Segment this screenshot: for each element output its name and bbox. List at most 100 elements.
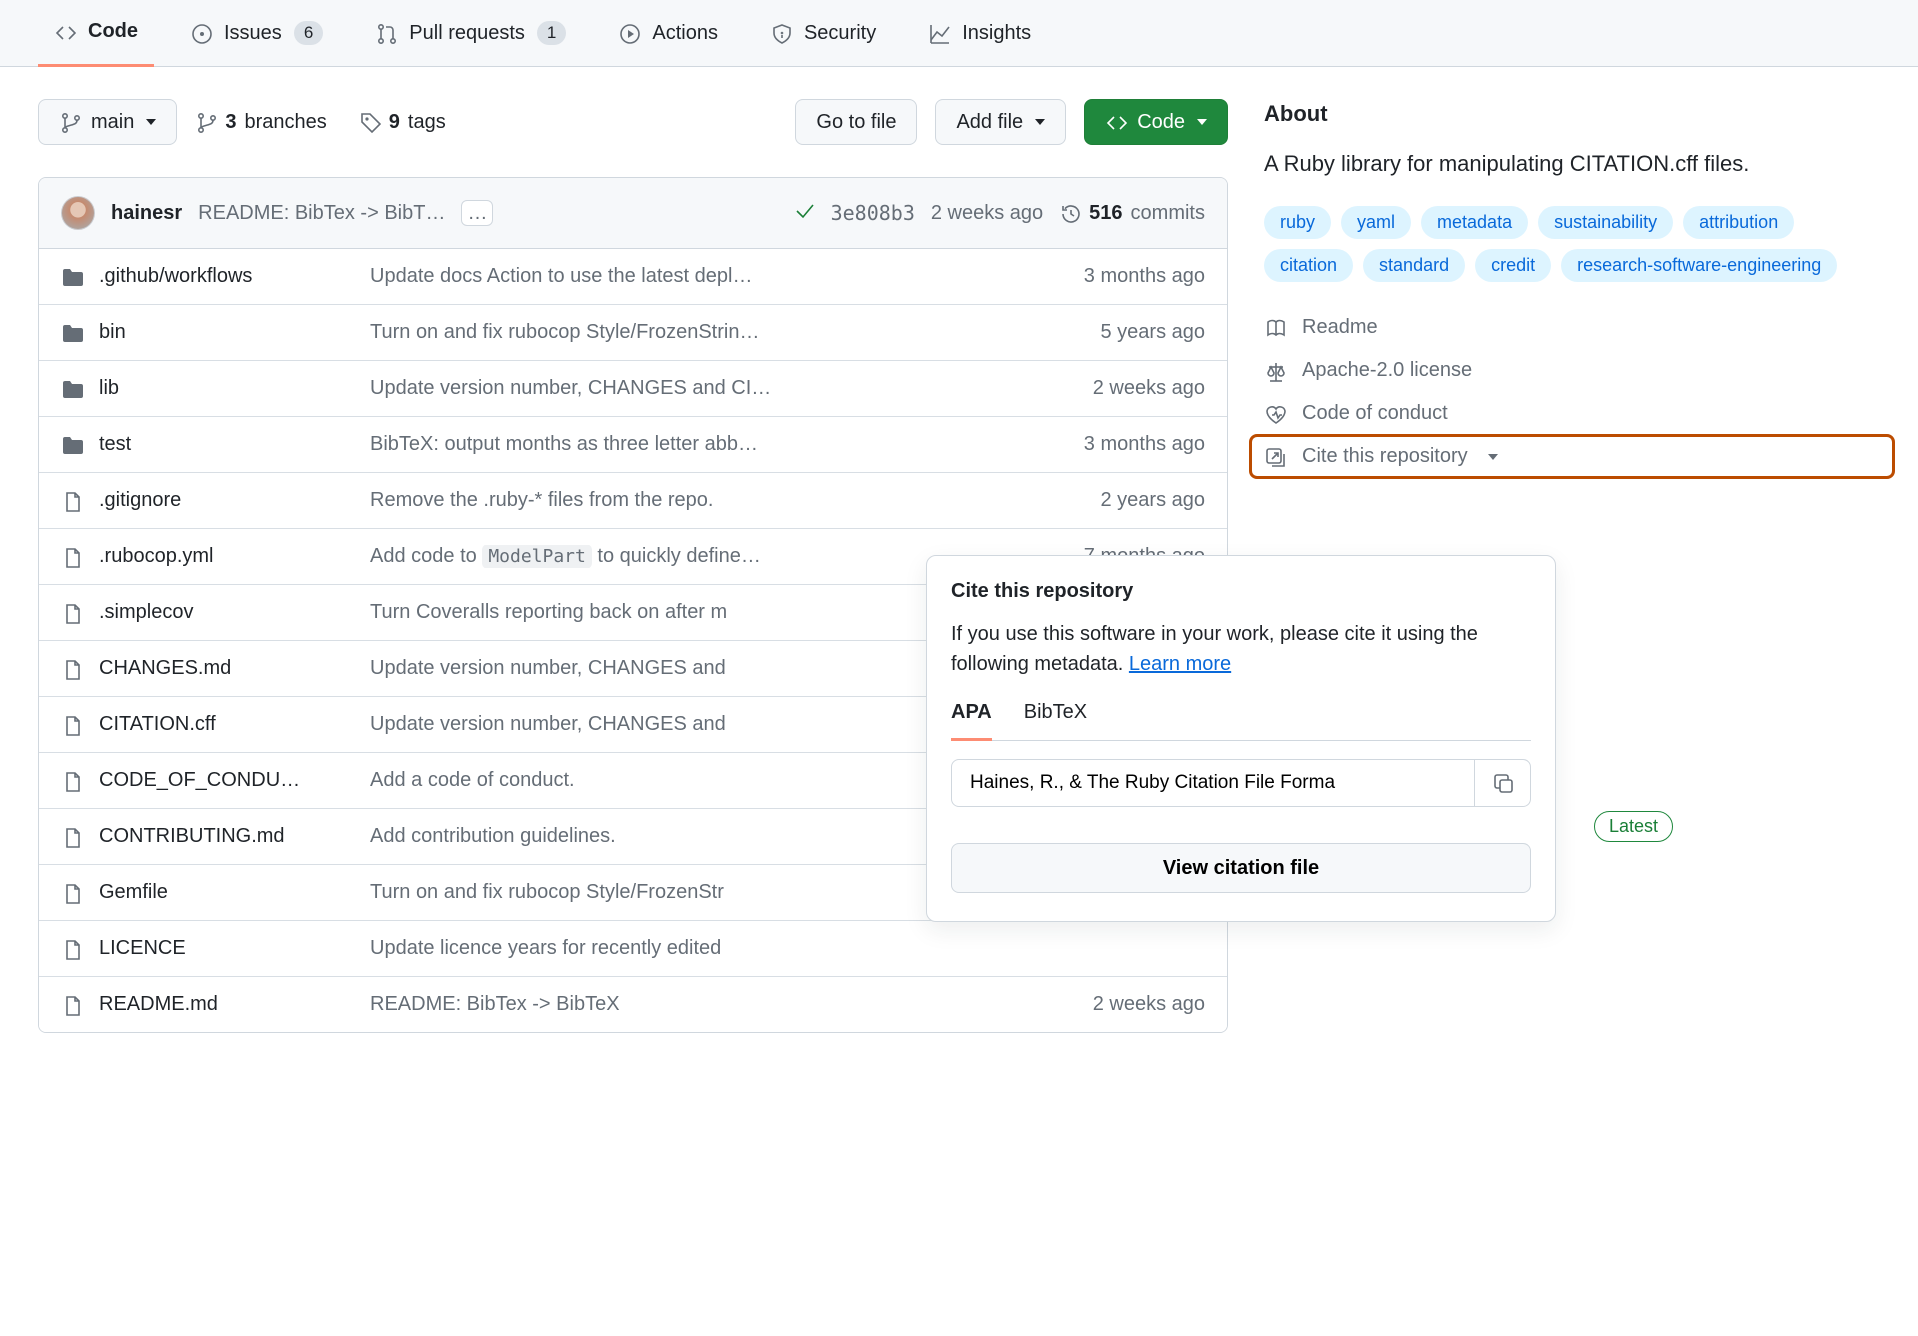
- topic-tag[interactable]: credit: [1475, 249, 1551, 282]
- topic-tag[interactable]: ruby: [1264, 206, 1331, 239]
- file-commit-message[interactable]: BibTeX: output months as three letter ab…: [370, 433, 999, 456]
- file-commit-message[interactable]: Add code to ModelPart to quickly define…: [370, 545, 999, 568]
- popover-title: Cite this repository: [951, 580, 1531, 603]
- cite-tab-bibtex[interactable]: BibTeX: [1024, 701, 1087, 740]
- commit-message[interactable]: README: BibTex -> BibT…: [198, 202, 445, 225]
- file-name[interactable]: CITATION.cff: [99, 713, 354, 736]
- file-name[interactable]: test: [99, 433, 354, 456]
- file-commit-message[interactable]: Turn on and fix rubocop Style/FrozenStri…: [370, 321, 999, 344]
- nav-tab-pulls[interactable]: Pull requests 1: [359, 0, 582, 67]
- file-commit-message[interactable]: README: BibTex -> BibTeX: [370, 993, 999, 1016]
- learn-more-link[interactable]: Learn more: [1129, 653, 1231, 675]
- commit-sha[interactable]: 3e808b3: [831, 201, 915, 225]
- file-commit-message[interactable]: Update version number, CHANGES and: [370, 713, 999, 736]
- topic-tag[interactable]: metadata: [1421, 206, 1528, 239]
- file-commit-message[interactable]: Update version number, CHANGES and CI…: [370, 377, 999, 400]
- file-icon: [61, 826, 83, 848]
- file-commit-message[interactable]: Update docs Action to use the latest dep…: [370, 265, 999, 288]
- file-name[interactable]: bin: [99, 321, 354, 344]
- file-name[interactable]: Gemfile: [99, 881, 354, 904]
- file-commit-when: 2 weeks ago: [1015, 377, 1205, 400]
- file-commit-when: 3 months ago: [1015, 433, 1205, 456]
- file-commit-message[interactable]: Turn on and fix rubocop Style/FrozenStr: [370, 881, 999, 904]
- readme-link[interactable]: Readme: [1264, 316, 1880, 339]
- file-commit-message[interactable]: Turn Coveralls reporting back on after m: [370, 601, 999, 624]
- meta-label: Apache-2.0 license: [1302, 359, 1472, 382]
- file-row: .github/workflows Update docs Action to u…: [39, 249, 1227, 304]
- book-icon: [1264, 317, 1286, 339]
- code-of-conduct-link[interactable]: Code of conduct: [1264, 402, 1880, 425]
- file-name[interactable]: .github/workflows: [99, 265, 354, 288]
- about-text: A Ruby library for manipulating CITATION…: [1264, 147, 1880, 180]
- graph-icon: [928, 22, 950, 44]
- nav-tab-insights[interactable]: Insights: [912, 0, 1047, 67]
- file-commit-message[interactable]: Remove the .ruby-* files from the repo.: [370, 489, 999, 512]
- file-commit-message[interactable]: Update version number, CHANGES and: [370, 657, 999, 680]
- nav-tab-security[interactable]: Security: [754, 0, 892, 67]
- file-name[interactable]: README.md: [99, 993, 354, 1016]
- branch-select-button[interactable]: main: [38, 99, 177, 145]
- issue-opened-icon: [190, 22, 212, 44]
- file-name[interactable]: CONTRIBUTING.md: [99, 825, 354, 848]
- file-commit-message[interactable]: Add a code of conduct.: [370, 769, 999, 792]
- expand-commit-button[interactable]: …: [461, 200, 493, 226]
- law-icon: [1264, 360, 1286, 382]
- commit-when: 2 weeks ago: [931, 202, 1043, 225]
- topic-tag[interactable]: standard: [1363, 249, 1465, 282]
- nav-label: Insights: [962, 22, 1031, 45]
- topic-tag[interactable]: research-software-engineering: [1561, 249, 1837, 282]
- license-link[interactable]: Apache-2.0 license: [1264, 359, 1880, 382]
- latest-release-badge[interactable]: Latest: [1594, 811, 1673, 842]
- nav-tab-issues[interactable]: Issues 6: [174, 0, 339, 67]
- commits-count: 516: [1089, 202, 1122, 225]
- file-row: test BibTeX: output months as three lette…: [39, 416, 1227, 472]
- meta-label: Code of conduct: [1302, 402, 1448, 425]
- file-name[interactable]: .gitignore: [99, 489, 354, 512]
- cross-reference-icon: [1264, 446, 1286, 468]
- commits-text: commits: [1131, 202, 1205, 225]
- copy-citation-button[interactable]: [1474, 760, 1530, 806]
- file-name[interactable]: .simplecov: [99, 601, 354, 624]
- commit-author[interactable]: hainesr: [111, 202, 182, 225]
- go-to-file-button[interactable]: Go to file: [795, 99, 917, 145]
- button-label: Go to file: [816, 111, 896, 134]
- view-citation-file-button[interactable]: View citation file: [951, 843, 1531, 893]
- code-download-button[interactable]: Code: [1084, 99, 1228, 145]
- tags-link[interactable]: 9 tags: [359, 111, 446, 134]
- topic-tag[interactable]: sustainability: [1538, 206, 1673, 239]
- file-name[interactable]: CHANGES.md: [99, 657, 354, 680]
- nav-tab-code[interactable]: Code: [38, 0, 154, 67]
- file-icon: [61, 770, 83, 792]
- file-row: lib Update version number, CHANGES and CI…: [39, 360, 1227, 416]
- topic-list: ruby yaml metadata sustainability attributio…: [1264, 206, 1880, 282]
- topic-tag[interactable]: attribution: [1683, 206, 1794, 239]
- repo-nav: Code Issues 6 Pull requests 1 Actions Se…: [0, 0, 1918, 67]
- cite-popover: Cite this repository If you use this sof…: [926, 555, 1556, 922]
- commits-link[interactable]: 516 commits: [1059, 202, 1205, 225]
- avatar[interactable]: [61, 196, 95, 230]
- nav-tab-actions[interactable]: Actions: [602, 0, 734, 67]
- about-meta-list: Readme Apache-2.0 license Code of conduc…: [1264, 316, 1880, 468]
- history-icon: [1059, 202, 1081, 224]
- topic-tag[interactable]: yaml: [1341, 206, 1411, 239]
- directory-icon: [61, 434, 83, 456]
- cite-tab-apa[interactable]: APA: [951, 701, 992, 741]
- file-name[interactable]: LICENCE: [99, 937, 354, 960]
- cite-repo-button[interactable]: Cite this repository: [1249, 434, 1895, 479]
- file-commit-message[interactable]: Add contribution guidelines.: [370, 825, 999, 848]
- file-name[interactable]: .rubocop.yml: [99, 545, 354, 568]
- popover-intro: If you use this software in your work, p…: [951, 619, 1531, 679]
- branches-count: 3: [225, 111, 236, 134]
- git-branch-icon: [59, 111, 81, 133]
- citation-text-input[interactable]: [952, 760, 1474, 806]
- status-check-icon[interactable]: [793, 199, 815, 227]
- add-file-button[interactable]: Add file: [935, 99, 1066, 145]
- shield-icon: [770, 22, 792, 44]
- file-name[interactable]: lib: [99, 377, 354, 400]
- file-commit-message[interactable]: Update licence years for recently edited: [370, 937, 999, 960]
- file-name[interactable]: CODE_OF_CONDU…: [99, 769, 354, 792]
- git-pull-request-icon: [375, 22, 397, 44]
- topic-tag[interactable]: citation: [1264, 249, 1353, 282]
- branches-link[interactable]: 3 branches: [195, 111, 326, 134]
- file-commit-when: 5 years ago: [1015, 321, 1205, 344]
